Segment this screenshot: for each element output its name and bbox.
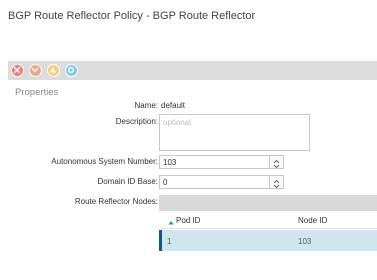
chevron-down-circle-icon[interactable]	[29, 64, 42, 77]
cell-node-id: 103	[298, 237, 312, 246]
asn-stepper[interactable]	[159, 155, 284, 169]
domain-id-stepper[interactable]	[159, 175, 284, 189]
name-value: default	[161, 101, 186, 110]
route-reflector-nodes-label: Route Reflector Nodes:	[74, 197, 158, 206]
x-circle-icon[interactable]	[11, 64, 24, 77]
description-field[interactable]	[159, 114, 310, 151]
chevron-down-icon[interactable]	[273, 182, 280, 189]
domain-id-input[interactable]	[160, 176, 269, 188]
name-label: Name:	[134, 101, 158, 110]
selected-row-marker	[159, 230, 162, 251]
domain-id-label: Domain ID Base:	[97, 177, 158, 186]
window-title: BGP Route Reflector Policy - BGP Route R…	[8, 10, 256, 22]
warning-triangle-icon[interactable]	[47, 64, 60, 77]
fault-status-bar	[8, 61, 377, 80]
properties-heading: Properties	[15, 87, 59, 98]
column-header-pod-id[interactable]: Pod ID	[176, 216, 200, 225]
column-header-node-id[interactable]: Node ID	[298, 216, 327, 225]
table-row[interactable]: 1 103	[159, 230, 377, 251]
asn-stepper-buttons[interactable]	[269, 156, 283, 169]
cell-pod-id: 1	[167, 237, 172, 246]
nodes-table-header: Pod ID Node ID	[159, 211, 377, 229]
description-label: Description:	[115, 117, 158, 126]
domain-id-stepper-buttons[interactable]	[269, 176, 283, 189]
asn-input[interactable]	[160, 156, 269, 168]
chevron-down-icon[interactable]	[273, 162, 280, 169]
sort-ascending-icon	[168, 218, 174, 227]
info-circle-icon[interactable]	[65, 64, 78, 77]
asn-label: Autonomous System Number:	[51, 157, 158, 166]
nodes-toolbar	[159, 195, 377, 211]
